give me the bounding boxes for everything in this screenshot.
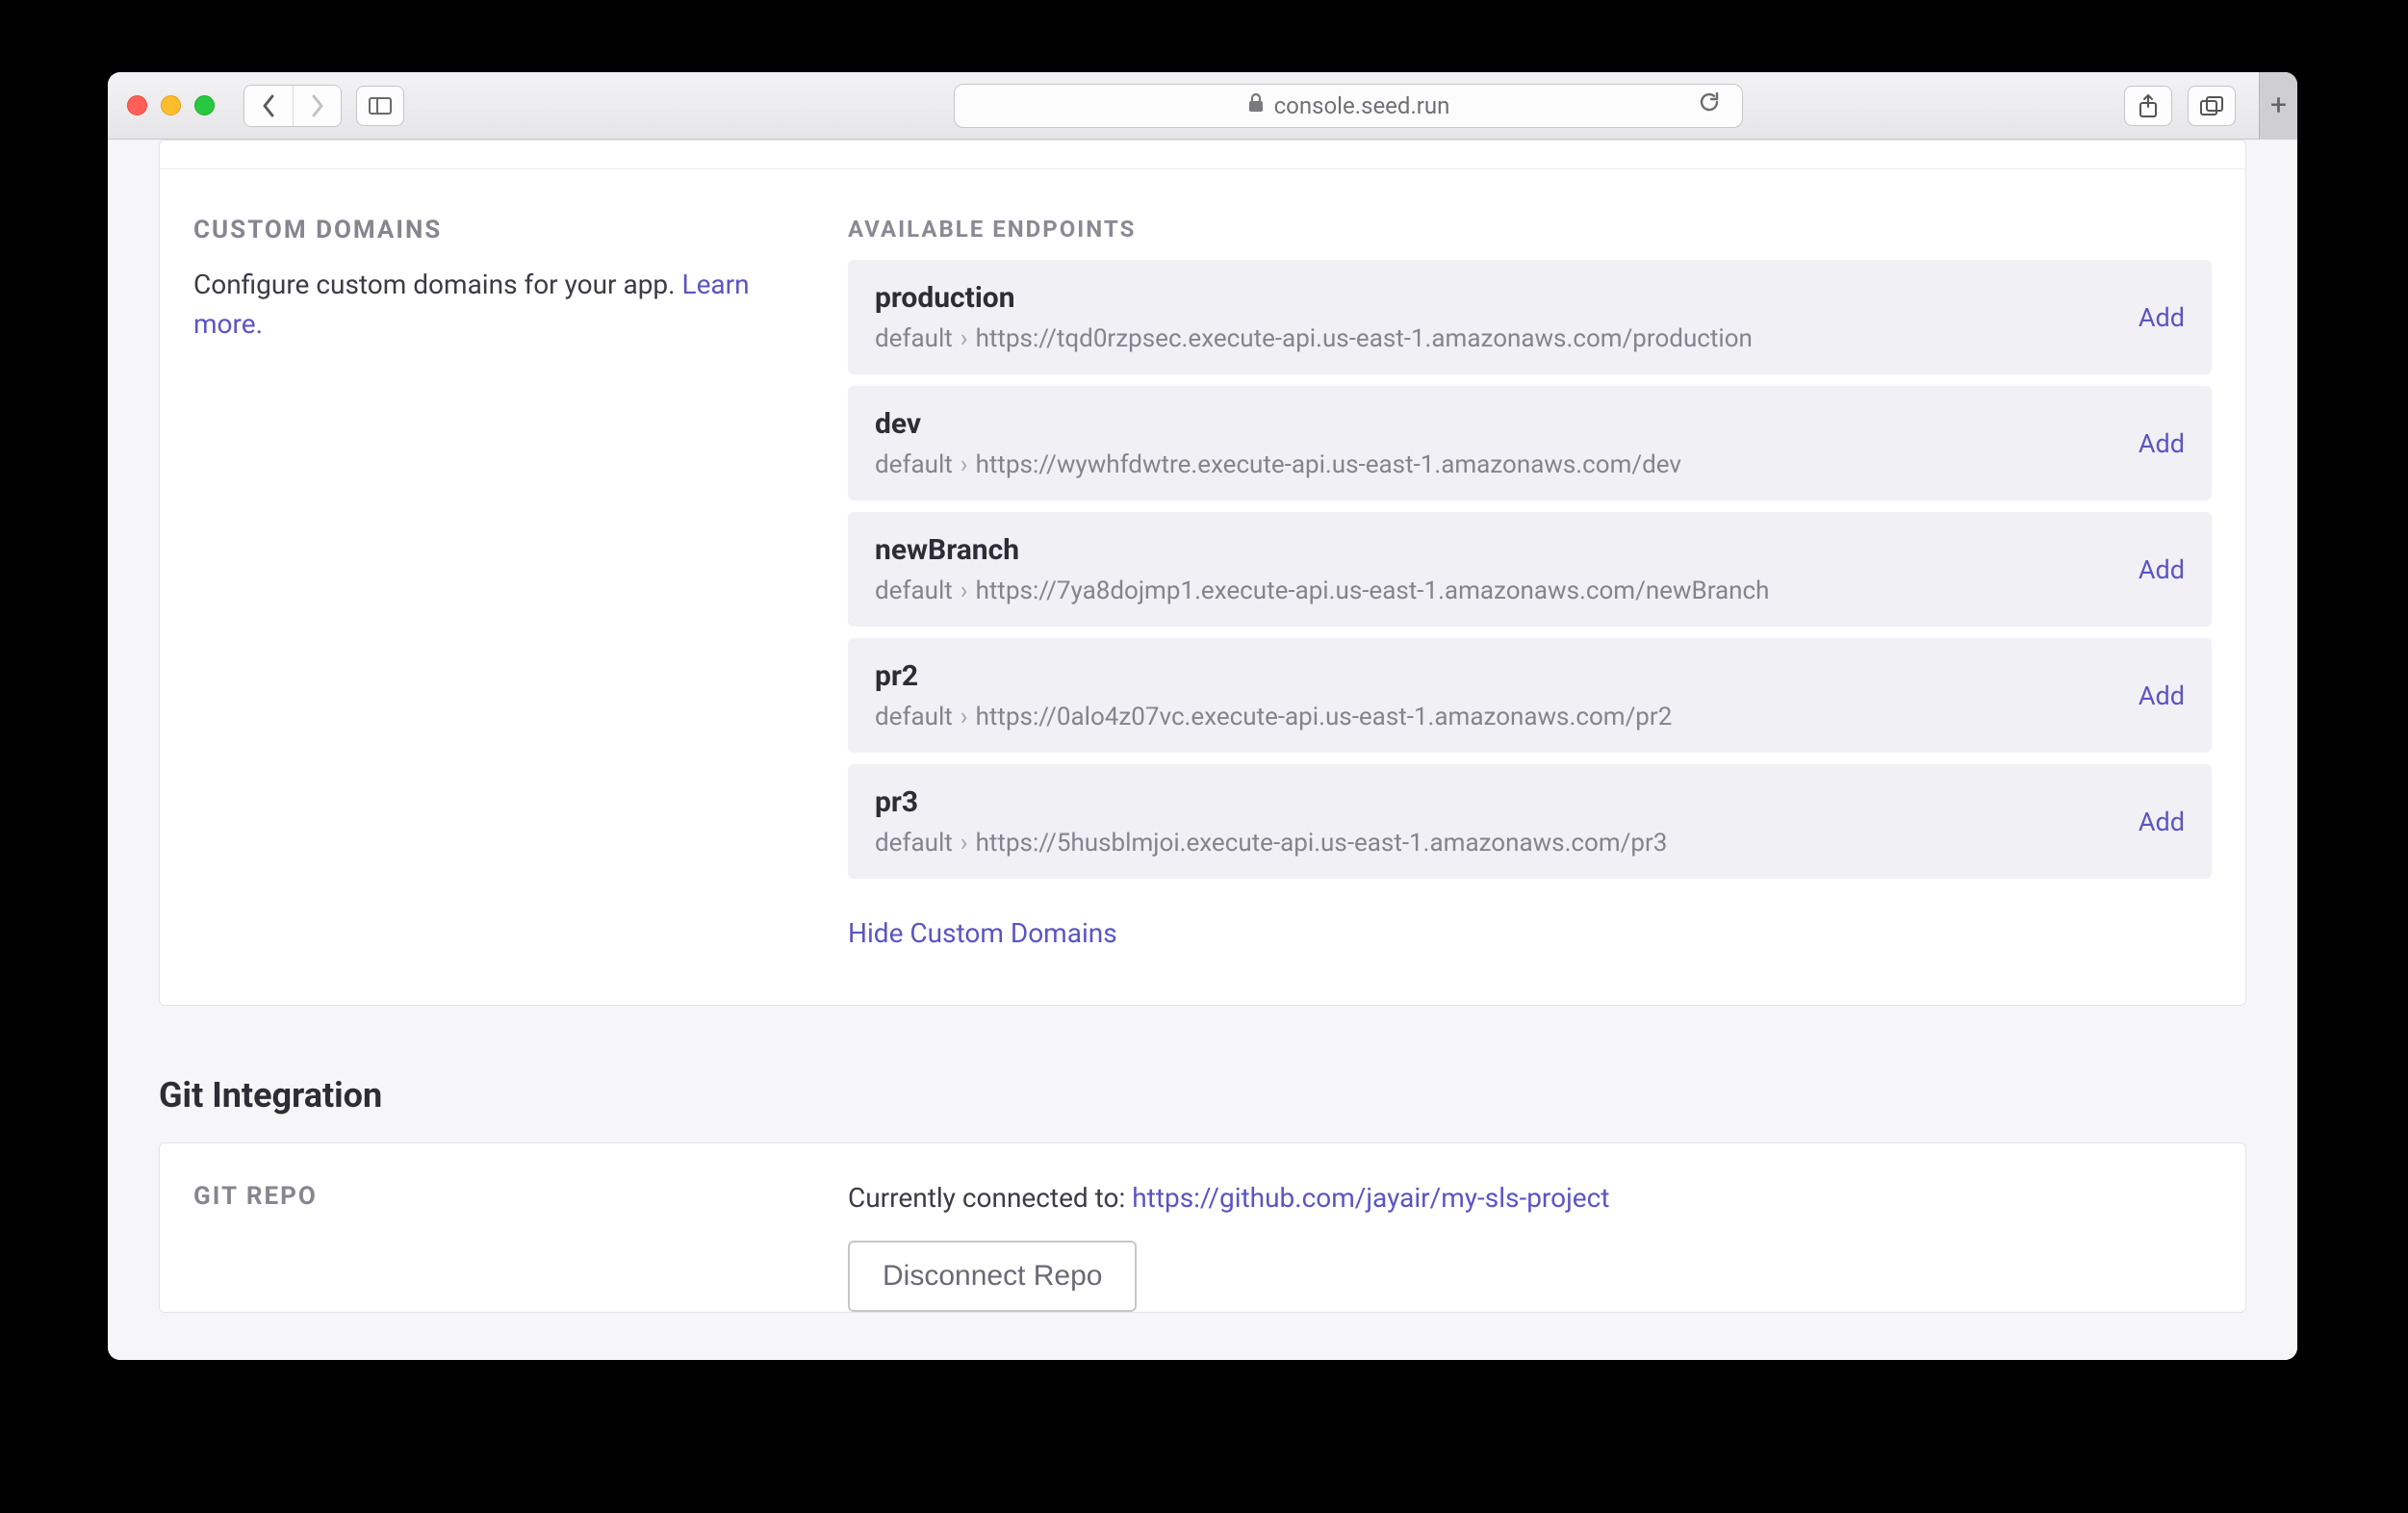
add-endpoint-button[interactable]: Add bbox=[2139, 428, 2185, 459]
tabs-button[interactable] bbox=[2188, 86, 2236, 126]
nav-buttons bbox=[243, 85, 342, 127]
add-endpoint-button[interactable]: Add bbox=[2139, 302, 2185, 333]
add-endpoint-button[interactable]: Add bbox=[2139, 680, 2185, 711]
tabs-icon bbox=[2199, 95, 2224, 116]
endpoints-panel: AVAILABLE ENDPOINTS production default › h… bbox=[848, 216, 2212, 949]
endpoint-url: https://7ya8dojmp1.execute-api.us-east-1… bbox=[976, 577, 1770, 605]
add-endpoint-button[interactable]: Add bbox=[2139, 807, 2185, 837]
endpoint-row: newBranch default › https://7ya8dojmp1.exe… bbox=[848, 512, 2212, 627]
endpoint-url: https://5husblmjoi.execute-api.us-east-1… bbox=[976, 829, 1668, 858]
maximize-window-button[interactable] bbox=[194, 95, 215, 115]
endpoint-info: pr2 default › https://0alo4z07vc.execute-a… bbox=[875, 659, 1672, 731]
git-integration-title: Git Integration bbox=[159, 1075, 2246, 1116]
disconnect-repo-button[interactable]: Disconnect Repo bbox=[848, 1241, 1137, 1312]
endpoint-stage: default bbox=[875, 703, 953, 731]
custom-domains-heading: CUSTOM DOMAINS bbox=[193, 216, 809, 244]
add-endpoint-button[interactable]: Add bbox=[2139, 554, 2185, 585]
endpoint-name: pr2 bbox=[875, 659, 1672, 693]
endpoint-name: dev bbox=[875, 407, 1681, 441]
endpoint-info: dev default › https://wywhfdwtre.execute-a… bbox=[875, 407, 1681, 479]
browser-titlebar: console.seed.run + bbox=[108, 72, 2297, 140]
chevron-right-icon: › bbox=[961, 324, 968, 353]
endpoint-stage: default bbox=[875, 829, 953, 858]
endpoint-path: default › https://tqd0rzpsec.execute-api.u… bbox=[875, 324, 1753, 353]
endpoint-name: production bbox=[875, 281, 1753, 315]
endpoint-url: https://tqd0rzpsec.execute-api.us-east-1… bbox=[976, 324, 1753, 353]
endpoint-info: pr3 default › https://5husblmjoi.execute-a… bbox=[875, 785, 1667, 858]
available-endpoints-label: AVAILABLE ENDPOINTS bbox=[848, 216, 2212, 243]
sidebar-icon bbox=[369, 97, 392, 115]
chevron-left-icon bbox=[261, 94, 276, 117]
refresh-button[interactable] bbox=[1698, 90, 1721, 120]
address-url: console.seed.run bbox=[1274, 92, 1450, 119]
endpoint-stage: default bbox=[875, 450, 953, 479]
share-icon bbox=[2138, 93, 2159, 118]
back-button[interactable] bbox=[244, 86, 293, 126]
custom-domains-card: CUSTOM DOMAINS Configure custom domains … bbox=[159, 140, 2246, 1006]
endpoint-row: pr3 default › https://5husblmjoi.execute-a… bbox=[848, 764, 2212, 879]
custom-domains-description: Configure custom domains for your app. L… bbox=[193, 266, 809, 344]
git-connected-text: Currently connected to: https://github.c… bbox=[848, 1182, 2212, 1214]
endpoint-path: default › https://0alo4z07vc.execute-api.u… bbox=[875, 703, 1672, 731]
endpoint-row: production default › https://tqd0rzpsec.ex… bbox=[848, 260, 2212, 374]
endpoint-url: https://wywhfdwtre.execute-api.us-east-1… bbox=[976, 450, 1681, 479]
endpoint-info: production default › https://tqd0rzpsec.ex… bbox=[875, 281, 1753, 353]
window-controls bbox=[127, 95, 215, 115]
chevron-right-icon: › bbox=[961, 450, 968, 479]
minimize-window-button[interactable] bbox=[161, 95, 181, 115]
endpoint-path: default › https://5husblmjoi.execute-api.u… bbox=[875, 829, 1667, 858]
share-button[interactable] bbox=[2124, 86, 2172, 126]
endpoint-info: newBranch default › https://7ya8dojmp1.exe… bbox=[875, 533, 1769, 605]
endpoint-stage: default bbox=[875, 324, 953, 353]
endpoint-name: pr3 bbox=[875, 785, 1667, 819]
close-window-button[interactable] bbox=[127, 95, 147, 115]
hide-custom-domains-link[interactable]: Hide Custom Domains bbox=[848, 917, 1117, 949]
git-integration-section: Git Integration GIT REPO Currently conne… bbox=[159, 1075, 2246, 1313]
endpoints-list: production default › https://tqd0rzpsec.ex… bbox=[848, 260, 2212, 879]
git-repo-card: GIT REPO Currently connected to: https:/… bbox=[159, 1142, 2246, 1313]
refresh-icon bbox=[1698, 90, 1721, 114]
chevron-right-icon: › bbox=[961, 703, 968, 731]
endpoint-url: https://0alo4z07vc.execute-api.us-east-1… bbox=[976, 703, 1673, 731]
browser-window: console.seed.run + CUSTOM DOMAINS Config… bbox=[108, 72, 2297, 1360]
card-divider bbox=[160, 141, 2245, 169]
toolbar-right: + bbox=[2124, 72, 2278, 140]
forward-button[interactable] bbox=[293, 86, 341, 126]
chevron-right-icon: › bbox=[961, 577, 968, 605]
endpoint-stage: default bbox=[875, 577, 953, 605]
git-repo-link[interactable]: https://github.com/jayair/my-sls-project bbox=[1132, 1182, 1609, 1214]
sidebar-toggle-button[interactable] bbox=[356, 86, 404, 126]
custom-domains-info: CUSTOM DOMAINS Configure custom domains … bbox=[193, 216, 848, 949]
chevron-right-icon: › bbox=[961, 829, 968, 858]
lock-icon bbox=[1247, 92, 1265, 119]
page-content: CUSTOM DOMAINS Configure custom domains … bbox=[108, 140, 2297, 1360]
endpoint-path: default › https://wywhfdwtre.execute-api.u… bbox=[875, 450, 1681, 479]
endpoint-name: newBranch bbox=[875, 533, 1769, 567]
endpoint-row: pr2 default › https://0alo4z07vc.execute-a… bbox=[848, 638, 2212, 753]
git-repo-heading: GIT REPO bbox=[193, 1182, 848, 1211]
chevron-right-icon bbox=[310, 94, 325, 117]
new-tab-button[interactable]: + bbox=[2259, 72, 2297, 140]
endpoint-path: default › https://7ya8dojmp1.execute-api.u… bbox=[875, 577, 1769, 605]
endpoint-row: dev default › https://wywhfdwtre.execute-a… bbox=[848, 386, 2212, 500]
address-bar[interactable]: console.seed.run bbox=[954, 84, 1743, 128]
